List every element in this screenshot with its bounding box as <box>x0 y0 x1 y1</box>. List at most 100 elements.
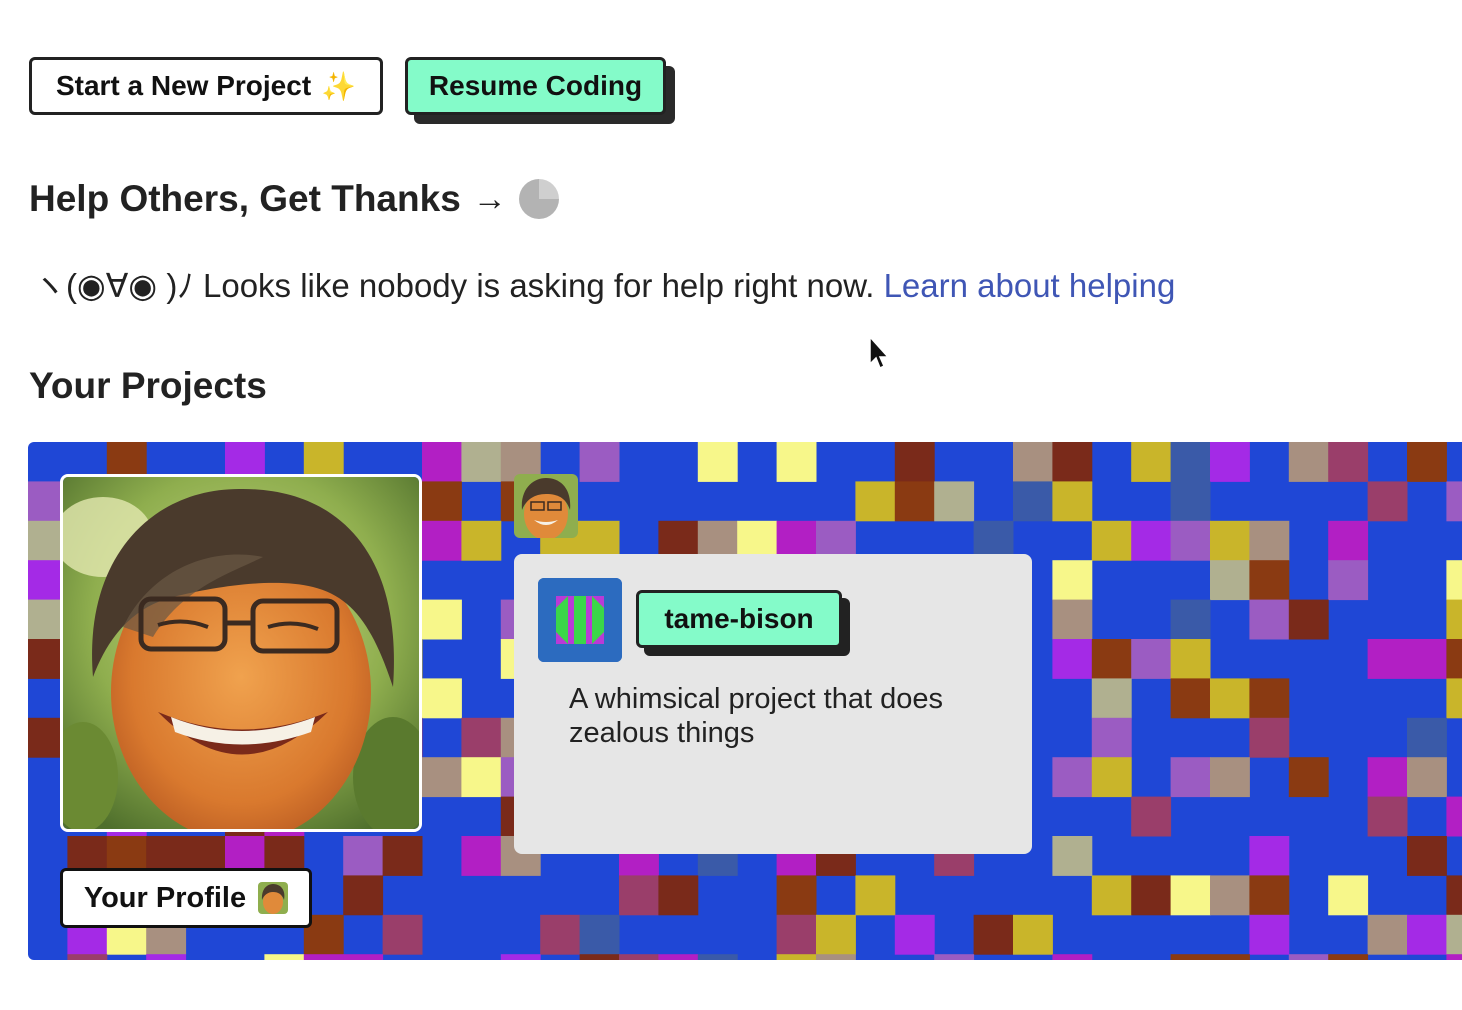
mosaic-pixel <box>1052 599 1093 640</box>
start-new-project-button[interactable]: Start a New Project ✨ <box>29 57 383 115</box>
mosaic-pixel <box>894 914 935 955</box>
mosaic-pixel <box>1288 442 1329 482</box>
mosaic-pixel <box>1328 442 1369 482</box>
mosaic-pixel <box>1210 520 1250 561</box>
mosaic-pixel <box>422 520 462 561</box>
mosaic-pixel <box>697 442 738 482</box>
mosaic-pixel <box>1052 836 1093 876</box>
collaborator-avatar[interactable] <box>514 474 578 538</box>
your-profile-button[interactable]: Your Profile <box>60 868 312 928</box>
mosaic-pixel <box>343 954 384 960</box>
loading-pie-icon <box>518 179 559 219</box>
mosaic-pixel <box>855 875 896 916</box>
project-banner: Your Profile tame-bison A whimsical proj… <box>28 442 1462 960</box>
arrow-right-icon: → <box>472 179 507 218</box>
mosaic-pixel <box>1013 481 1053 522</box>
mosaic-pixel <box>1170 442 1211 482</box>
mosaic-pixel <box>1249 717 1290 758</box>
start-new-project-label: Start a New Project <box>55 70 312 101</box>
mosaic-pixel <box>1407 717 1447 758</box>
mosaic-pixel <box>1131 639 1172 679</box>
mosaic-pixel <box>1367 796 1408 837</box>
learn-about-helping-link[interactable]: Learn about helping <box>884 267 1176 304</box>
collaborator-avatar-image <box>514 474 578 538</box>
mosaic-pixel <box>382 914 423 955</box>
mosaic-pixel <box>1407 757 1447 798</box>
mosaic-pixel <box>1249 560 1290 601</box>
mosaic-pixel <box>1052 639 1093 679</box>
mosaic-pixel <box>579 442 620 482</box>
mosaic-pixel <box>67 954 108 960</box>
mosaic-pixel <box>500 954 541 960</box>
help-empty-message: ヽ(◉∀◉ )ﾉ Looks like nobody is asking for… <box>33 259 1175 307</box>
mosaic-pixel <box>1091 875 1132 916</box>
mosaic-pixel <box>1249 599 1290 640</box>
mosaic-pixel <box>461 442 502 482</box>
mosaic-pixel <box>1052 481 1093 522</box>
help-message-text: Looks like nobody is asking for help rig… <box>202 267 875 304</box>
sparkles-icon: ✨ <box>321 70 357 102</box>
mosaic-pixel <box>1288 757 1329 798</box>
mosaic-pixel <box>461 717 502 758</box>
mosaic-pixel <box>1367 757 1408 798</box>
mosaic-pixel <box>1131 796 1172 837</box>
mosaic-pixel <box>1170 678 1211 719</box>
mosaic-pixel <box>1170 757 1211 798</box>
mosaic-pixel <box>855 481 896 522</box>
mosaic-pixel <box>1210 560 1250 601</box>
mosaic-pixel <box>934 954 975 960</box>
mosaic-pixel <box>1091 639 1132 679</box>
project-card[interactable]: tame-bison A whimsical project that does… <box>514 554 1032 854</box>
project-name-button[interactable]: tame-bison <box>636 590 842 648</box>
mosaic-pixel <box>1446 639 1462 679</box>
mosaic-pixel <box>1052 442 1093 482</box>
mosaic-pixel <box>1091 678 1132 719</box>
mosaic-pixel <box>1407 914 1447 955</box>
mosaic-pixel <box>1328 520 1369 561</box>
mosaic-pixel <box>1446 481 1462 522</box>
mosaic-pixel <box>1446 599 1462 640</box>
mosaic-pixel <box>461 520 502 561</box>
mosaic-pixel <box>1170 520 1211 561</box>
mosaic-pixel <box>1446 954 1462 960</box>
mosaic-pixel <box>776 442 817 482</box>
mosaic-pixel <box>776 875 817 916</box>
mosaic-pixel <box>1052 757 1093 798</box>
resume-coding-button[interactable]: Resume Coding <box>405 57 666 115</box>
mouse-cursor-icon <box>869 336 890 370</box>
mosaic-pixel <box>658 954 699 960</box>
mosaic-pixel <box>1131 442 1172 482</box>
mosaic-pixel <box>894 442 935 482</box>
mosaic-pixel <box>1052 954 1093 960</box>
mosaic-pixel <box>1407 639 1447 679</box>
mosaic-pixel <box>1446 875 1462 916</box>
mosaic-pixel <box>658 875 699 916</box>
mosaic-pixel <box>894 481 935 522</box>
help-section-title: Help Others, Get Thanks → <box>29 178 559 220</box>
mosaic-pixel <box>973 914 1014 955</box>
mosaic-pixel <box>1013 442 1053 482</box>
mosaic-pixel <box>1210 875 1250 916</box>
mosaic-pixel <box>146 954 187 960</box>
mosaic-pixel <box>934 481 975 522</box>
mosaic-pixel <box>1288 599 1329 640</box>
mosaic-pixel <box>1131 520 1172 561</box>
mosaic-pixel <box>1210 678 1250 719</box>
your-profile-label: Your Profile <box>83 881 247 914</box>
mosaic-pixel <box>343 836 384 876</box>
your-projects-title: Your Projects <box>29 365 267 406</box>
mosaic-pixel <box>1249 836 1290 876</box>
mosaic-pixel <box>422 757 462 798</box>
mosaic-pixel <box>1446 678 1462 719</box>
mosaic-pixel <box>619 875 659 916</box>
mosaic-pixel <box>422 481 462 522</box>
profile-photo[interactable] <box>60 474 422 832</box>
mosaic-pixel <box>1131 875 1172 916</box>
mosaic-pixel <box>816 954 856 960</box>
mosaic-pixel <box>1170 639 1211 679</box>
mosaic-pixel <box>1091 717 1132 758</box>
mosaic-pixel <box>1367 639 1408 679</box>
mosaic-pixel <box>697 954 738 960</box>
mosaic-pixel <box>816 914 856 955</box>
profile-photo-image <box>63 477 419 829</box>
